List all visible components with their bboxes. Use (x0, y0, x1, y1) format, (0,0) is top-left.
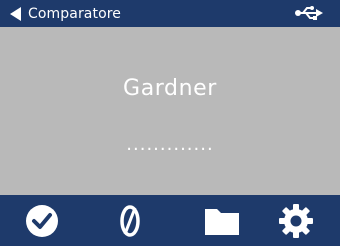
measurement-panel: Gardner ............. (0, 27, 340, 195)
check-circle-icon (26, 204, 58, 237)
zero-icon (120, 204, 140, 237)
usb-icon (295, 6, 323, 20)
scale-label: Gardner (123, 76, 217, 101)
folder-button[interactable] (190, 195, 254, 246)
back-button[interactable] (0, 0, 30, 27)
folder-icon (205, 208, 239, 235)
settings-button[interactable] (264, 195, 328, 246)
bottom-toolbar (0, 195, 340, 246)
measurement-value: ............. (126, 134, 214, 155)
back-arrow-icon (10, 6, 21, 21)
device-screen: Comparatore Gardner ............. (0, 0, 340, 246)
header-bar: Comparatore (0, 0, 340, 27)
zero-button[interactable] (98, 195, 162, 246)
gear-icon (279, 203, 313, 238)
confirm-button[interactable] (10, 195, 74, 246)
page-title: Comparatore (28, 5, 121, 22)
